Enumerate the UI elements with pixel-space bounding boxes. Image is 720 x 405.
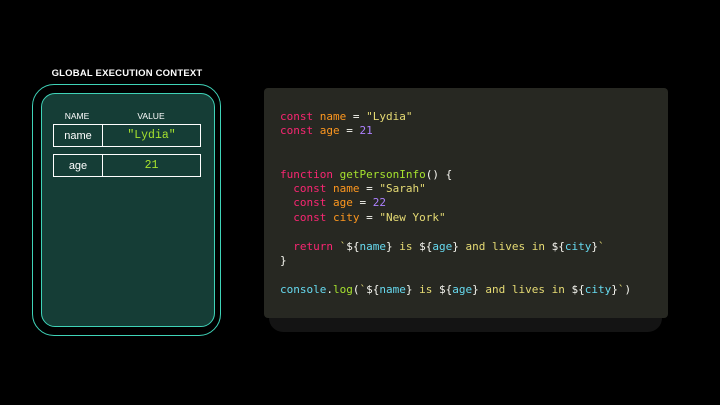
- code-line: const name = "Lydia": [280, 110, 631, 124]
- code-block: const name = "Lydia" const age = 21 functi…: [280, 110, 631, 297]
- code-line: console.log(`${name} is ${age} and lives…: [280, 283, 631, 297]
- code-token: age: [432, 239, 453, 253]
- code-token: ${: [419, 239, 433, 253]
- code-line: const age = 22: [280, 196, 631, 210]
- code-token: ): [624, 282, 632, 296]
- code-token: name: [319, 110, 347, 123]
- code-token: name: [379, 282, 406, 296]
- code-token: "Sarah": [379, 181, 426, 195]
- code-token: function: [280, 167, 340, 181]
- code-token: const: [280, 196, 333, 210]
- variable-name-cell: name: [54, 125, 103, 146]
- code-token: =: [346, 110, 367, 123]
- code-token: const: [280, 124, 320, 138]
- code-line: }: [280, 254, 631, 268]
- code-token: const: [280, 181, 333, 195]
- slide-canvas: GLOBAL EXECUTION CONTEXT NAME VALUE name…: [0, 0, 720, 405]
- code-token: }: [452, 239, 459, 253]
- code-token: ${: [571, 282, 585, 296]
- variable-value-cell: "Lydia": [127, 129, 176, 142]
- code-token: const: [280, 110, 320, 123]
- code-token: }: [611, 282, 618, 296]
- code-token: .: [326, 282, 333, 296]
- code-token: =: [359, 181, 380, 195]
- code-line: const age = 21: [280, 124, 631, 138]
- code-token: and lives in: [478, 282, 572, 296]
- code-token: 21: [359, 124, 373, 138]
- code-token: () {: [425, 167, 453, 181]
- code-token: log: [332, 282, 353, 296]
- code-token: =: [352, 196, 373, 210]
- value-column-header: VALUE: [137, 111, 165, 121]
- code-token: =: [359, 210, 380, 224]
- variable-name-cell: age: [54, 155, 103, 176]
- code-token: city: [332, 210, 360, 224]
- variable-row-name: name "Lydia": [53, 124, 201, 147]
- code-token: age: [332, 196, 353, 210]
- code-token: ${: [346, 239, 360, 253]
- code-token: ${: [438, 282, 453, 296]
- variable-value-cell: 21: [144, 159, 159, 172]
- code-line: function getPersonInfo() {: [280, 168, 631, 182]
- code-line: return `${name} is ${age} and lives in $…: [280, 240, 631, 254]
- code-token: ${: [551, 239, 565, 253]
- code-token: age: [452, 282, 473, 296]
- code-token: }: [472, 282, 479, 296]
- variable-row-age: age 21: [53, 154, 201, 177]
- execution-context-title: GLOBAL EXECUTION CONTEXT: [51, 68, 203, 79]
- code-token: name: [332, 181, 360, 195]
- code-token: }: [591, 239, 598, 253]
- code-token: =: [339, 124, 360, 138]
- code-token: "Lydia": [366, 110, 413, 123]
- code-token: is: [392, 239, 420, 253]
- code-token: console: [280, 282, 327, 296]
- code-token: getPersonInfo: [339, 167, 426, 181]
- code-line: const city = "New York": [280, 211, 631, 225]
- code-token: `: [597, 239, 605, 253]
- code-token: }: [385, 239, 393, 253]
- code-token: ${: [366, 282, 380, 296]
- code-token: return: [280, 239, 340, 253]
- code-token: city: [584, 282, 612, 296]
- code-token: }: [280, 253, 287, 267]
- code-token: age: [319, 124, 340, 138]
- code-token: city: [564, 239, 592, 253]
- code-token: name: [359, 239, 386, 253]
- code-token: "New York": [379, 210, 446, 224]
- code-token: and lives in: [458, 239, 552, 253]
- code-token: 22: [372, 196, 386, 210]
- name-column-header: NAME: [64, 111, 90, 121]
- code-line: const name = "Sarah": [280, 182, 631, 196]
- code-token: const: [280, 210, 333, 224]
- code-token: is: [412, 282, 439, 296]
